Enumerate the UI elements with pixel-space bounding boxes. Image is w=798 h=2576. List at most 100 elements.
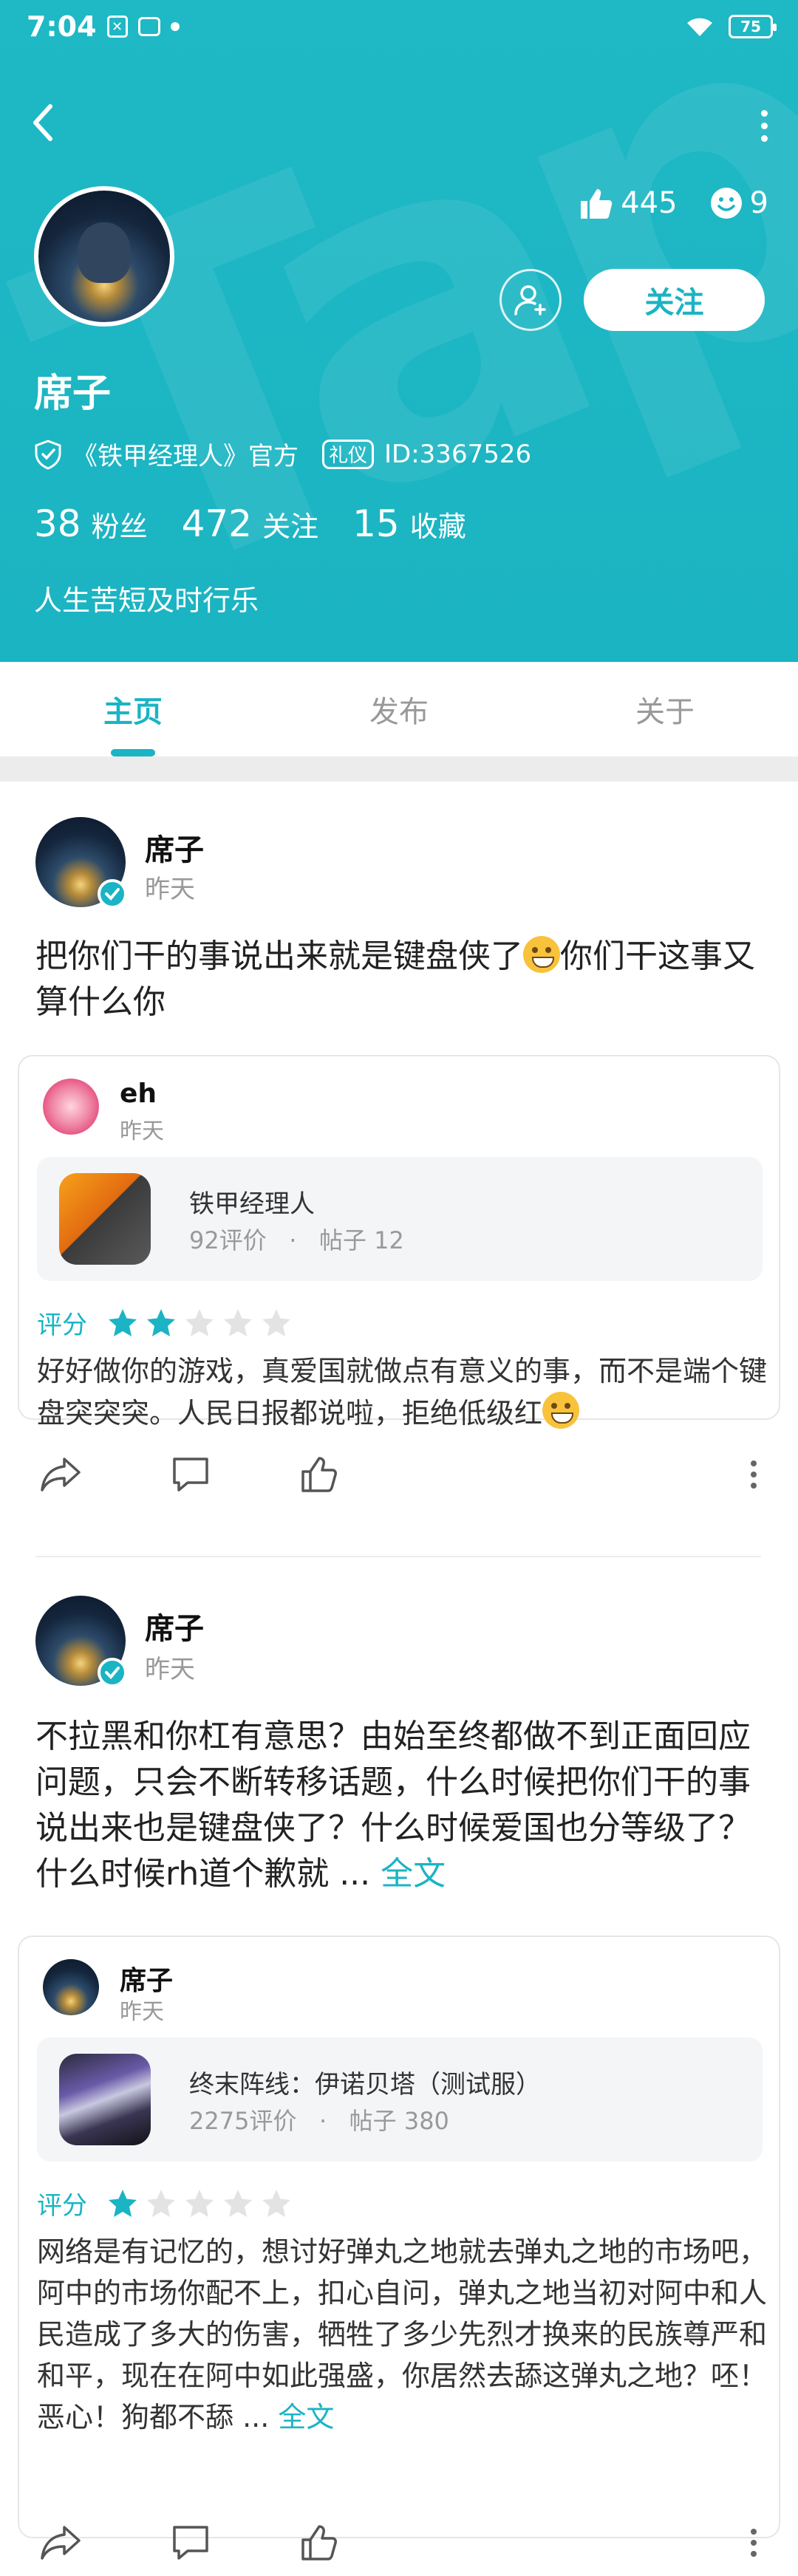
post-avatar[interactable] — [35, 1596, 127, 1687]
post-time: 昨天 — [145, 875, 195, 904]
post-more-button[interactable] — [732, 1452, 776, 1497]
game-meta: 92评价 · 帖子 12 — [189, 1222, 404, 1256]
like-button[interactable] — [297, 1452, 341, 1497]
profile-name: 席子 — [34, 372, 112, 416]
reviewer-name[interactable]: eh — [120, 1079, 157, 1109]
follow-button[interactable]: 关注 — [584, 269, 765, 331]
gift-badge: 礼仪 — [322, 439, 375, 469]
share-button[interactable] — [38, 1452, 83, 1497]
vertical-dots-icon — [751, 2529, 757, 2557]
avatar[interactable] — [34, 186, 174, 327]
profile-header: Tap 7:04 ✕ 75 445 9 关注 席子 《铁甲经理人》官方 礼仪 I… — [0, 0, 798, 662]
comment-button[interactable] — [168, 1452, 213, 1497]
tab-posts[interactable]: 发布 — [266, 662, 532, 756]
post-text-part: 把你们干的事说出来就是键盘侠了 — [35, 937, 523, 975]
share-icon — [41, 1458, 81, 1492]
add-user-icon — [514, 285, 546, 315]
review-text-content: 网络是有记忆的，想讨好弹丸之地就去弹丸之地的市场吧，阿中的市场你配不上，扣心自问… — [37, 2235, 768, 2433]
following-label[interactable]: 关注 — [262, 504, 318, 544]
reviewer-name[interactable]: 席子 — [120, 1959, 173, 1998]
tab-indicator — [111, 749, 155, 756]
user-id: ID:3367526 — [384, 439, 532, 469]
review-text-content: 好好做你的游戏，真爱国就做点有意义的事，而不是端个键盘突突突。人民日报都说啦，拒… — [37, 1355, 768, 1429]
post-item: 席子 昨天 不拉黑和你杠有意思？由始至终都做不到正面回应问题，只会不断转移话题，… — [0, 1559, 798, 2576]
tab-posts-label: 发布 — [369, 695, 429, 729]
full-text-link[interactable]: 全文 — [381, 1855, 446, 1893]
post-avatar[interactable] — [35, 817, 127, 909]
share-icon — [41, 2526, 81, 2560]
profile-bio: 人生苦短及时行乐 — [34, 584, 259, 617]
tab-about-label: 关于 — [635, 695, 695, 729]
verified-row: 《铁甲经理人》官方 礼仪 ID:3367526 — [34, 436, 531, 472]
star-filled-icon — [147, 1308, 175, 1336]
add-friend-button[interactable] — [499, 269, 562, 331]
star-empty-icon — [262, 1308, 290, 1336]
post-actions — [0, 2507, 798, 2574]
game-card[interactable]: 终末阵线：伊诺贝塔（测试服） 2275评价 · 帖子 380 — [37, 2037, 763, 2162]
grin-emoji-icon — [542, 1392, 580, 1429]
sim-icon: ✕ — [106, 16, 128, 38]
more-options-button[interactable] — [748, 103, 780, 148]
star-empty-icon — [224, 1308, 252, 1336]
tab-about[interactable]: 关于 — [532, 662, 798, 756]
verified-shield-icon — [35, 439, 61, 470]
game-posts: 帖子 12 — [318, 1226, 404, 1254]
post-author[interactable]: 席子 — [145, 1605, 204, 1647]
thumbs-up-outline-icon — [301, 2525, 337, 2560]
fans-count[interactable]: 38 — [34, 502, 81, 545]
star-empty-icon — [262, 2189, 290, 2217]
reviewer-avatar[interactable] — [43, 1959, 99, 2015]
review-text: 网络是有记忆的，想讨好弹丸之地就去弹丸之地的市场吧，阿中的市场你配不上，扣心自问… — [37, 2231, 768, 2438]
quoted-review-card[interactable]: 席子 昨天 终末阵线：伊诺贝塔（测试服） 2275评价 · 帖子 380 评分 … — [18, 1936, 780, 2538]
star-filled-icon — [109, 1308, 137, 1336]
vertical-dots-icon — [751, 1460, 757, 1489]
favorites-count[interactable]: 15 — [352, 502, 400, 545]
status-bar: 7:04 ✕ 75 — [0, 0, 798, 59]
review-time: 昨天 — [120, 1118, 164, 1144]
game-icon — [59, 2054, 151, 2145]
post-time: 昨天 — [145, 1655, 195, 1684]
post-divider — [35, 1556, 761, 1557]
post-author[interactable]: 席子 — [145, 826, 204, 869]
game-reviews: 92评价 — [189, 1226, 267, 1254]
post-text[interactable]: 不拉黑和你杠有意思？由始至终都做不到正面回应问题，只会不断转移话题，什么时候把你… — [35, 1714, 767, 1897]
star-empty-icon — [147, 2189, 175, 2217]
quoted-review-card[interactable]: eh 昨天 铁甲经理人 92评价 · 帖子 12 评分 好好做你的游戏，真爱国就… — [18, 1055, 780, 1429]
meta-separator: · — [304, 2107, 342, 2135]
favorites-label[interactable]: 收藏 — [410, 504, 466, 544]
header-watermark: Tap — [0, 0, 798, 662]
reviewer-avatar[interactable] — [43, 1079, 99, 1135]
profile-tabs: 主页 发布 关于 — [0, 662, 798, 756]
comment-button[interactable] — [168, 2521, 213, 2565]
star-empty-icon — [224, 2189, 252, 2217]
rating-label: 评分 — [37, 1311, 87, 1340]
post-actions — [0, 1439, 798, 1506]
header-stats: 445 9 — [578, 186, 768, 220]
grin-sweat-emoji-icon — [523, 936, 560, 973]
section-gap — [0, 756, 798, 782]
thumbs-up-icon — [581, 189, 613, 219]
game-card[interactable]: 铁甲经理人 92评价 · 帖子 12 — [37, 1157, 763, 1281]
game-name: 铁甲经理人 — [189, 1189, 315, 1219]
following-count[interactable]: 472 — [182, 502, 252, 545]
post-text[interactable]: 把你们干的事说出来就是键盘侠了 你们干这事又算什么你 — [35, 934, 767, 1025]
post-more-button[interactable] — [732, 2521, 776, 2565]
rating-row: 评分 — [37, 1305, 293, 1341]
dot-icon — [170, 22, 180, 31]
star-filled-icon — [109, 2189, 137, 2217]
battery-icon: 75 — [729, 15, 777, 38]
review-time: 昨天 — [120, 1999, 164, 2025]
likes-count: 445 — [621, 186, 678, 220]
thumbs-up-outline-icon — [301, 1457, 337, 1492]
chevron-left-icon — [33, 104, 52, 141]
rating-row: 评分 — [37, 2185, 293, 2221]
fans-label[interactable]: 粉丝 — [92, 504, 148, 544]
full-text-link[interactable]: 全文 — [278, 2401, 334, 2433]
tab-home[interactable]: 主页 — [0, 662, 266, 756]
like-button[interactable] — [297, 2521, 341, 2565]
share-button[interactable] — [38, 2521, 83, 2565]
meta-separator: · — [273, 1226, 312, 1254]
back-button[interactable] — [31, 93, 68, 152]
profile-counts: 38 粉丝 472 关注 15 收藏 — [34, 502, 500, 545]
avatar-figure — [78, 222, 131, 283]
